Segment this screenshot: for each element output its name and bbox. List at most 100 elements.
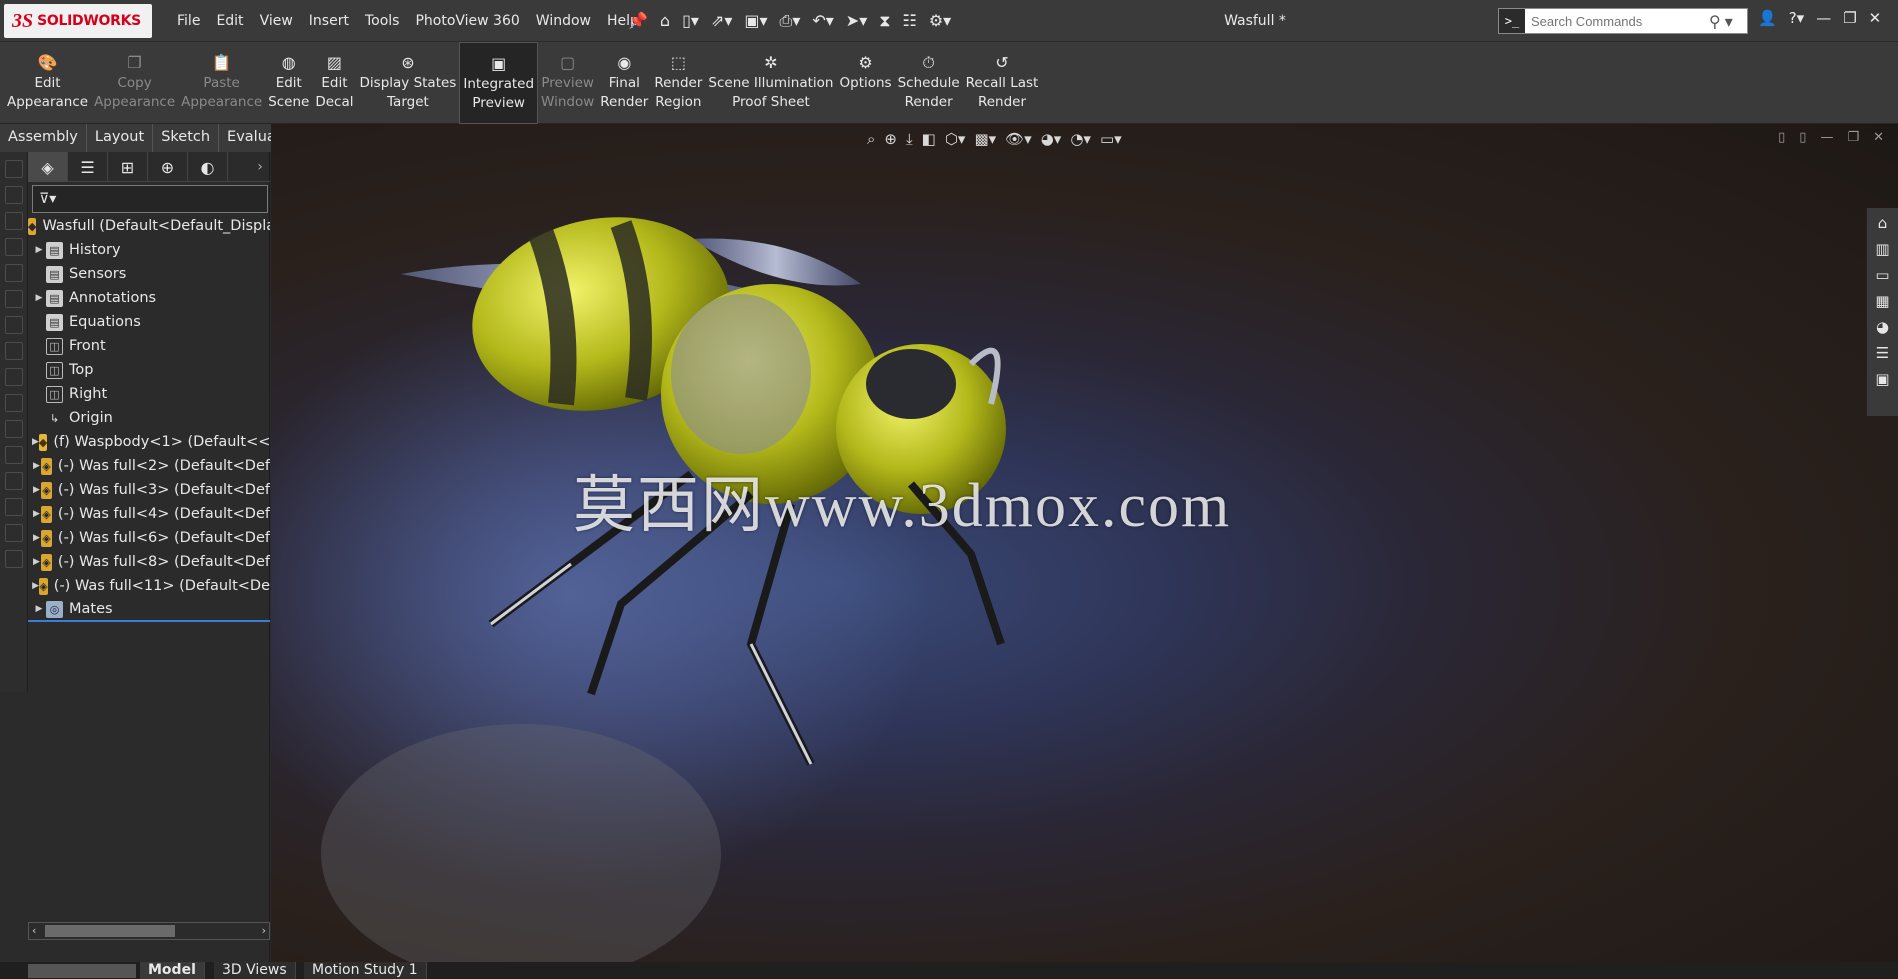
strip-icon[interactable] xyxy=(5,186,23,204)
minimize-icon[interactable]: — xyxy=(1820,130,1833,145)
tree-item[interactable]: ▶ ◈ (-) Was full<11> (Default<De xyxy=(28,574,270,598)
file-explorer-icon[interactable]: ▭ xyxy=(1875,266,1889,284)
hide-show-icon[interactable]: 👁▾ xyxy=(1005,130,1032,148)
home-icon[interactable]: ⌂ xyxy=(660,9,670,33)
expand-arrow-icon[interactable]: ▶ xyxy=(32,437,39,447)
design-library-icon[interactable]: ▥ xyxy=(1875,240,1889,258)
undo-icon[interactable]: ↶▾ xyxy=(812,9,833,33)
strip-icon[interactable] xyxy=(5,550,23,568)
tree-item[interactable]: ▶ ◎ Mates xyxy=(28,598,270,622)
expand-arrow-icon[interactable]: ▶ xyxy=(32,485,41,495)
minimize-icon[interactable]: — xyxy=(1816,9,1831,27)
close-icon[interactable]: ✕ xyxy=(1873,130,1884,145)
strip-icon[interactable] xyxy=(5,212,23,230)
tree-item[interactable]: ▶ ◈ (-) Was full<3> (Default<Def xyxy=(28,478,270,502)
search-input[interactable] xyxy=(1525,10,1705,32)
close-icon[interactable]: ✕ xyxy=(1869,9,1882,27)
scroll-thumb[interactable] xyxy=(45,925,175,937)
expand-arrow-icon[interactable]: ▶ xyxy=(32,533,41,543)
tree-item[interactable]: ▶ ◈ (-) Was full<6> (Default<Def xyxy=(28,526,270,550)
expand-arrow-icon[interactable]: ▶ xyxy=(32,293,46,303)
tree-item[interactable]: ▶ ▤ History xyxy=(28,238,270,262)
print-icon[interactable]: ⎙▾ xyxy=(780,9,801,33)
graphics-viewport[interactable]: ⌕ ⊕ ⤓ ◧ ⬡▾ ▩▾ 👁▾ ◕▾ ◔▾ ▭▾ ▯ ▯ — ❐ ✕ 莫西网w… xyxy=(271,124,1898,962)
home-icon[interactable]: ⌂ xyxy=(1878,214,1888,232)
tree-filter[interactable]: ⊽▾ xyxy=(32,185,268,213)
menu-item-file[interactable]: File xyxy=(170,13,207,29)
strip-icon[interactable] xyxy=(5,160,23,178)
tree-item[interactable]: ↳ Origin xyxy=(28,406,270,430)
tree-item[interactable]: ▤ Sensors xyxy=(28,262,270,286)
menu-item-photoview-360[interactable]: PhotoView 360 xyxy=(408,13,526,29)
split-view-icon[interactable]: ▯ xyxy=(1778,130,1785,145)
strip-icon[interactable] xyxy=(5,316,23,334)
edit-appearance-button[interactable]: 🎨 Edit Appearance xyxy=(4,42,91,124)
new-document-icon[interactable]: ▯▾ xyxy=(682,9,699,33)
options-gear-icon[interactable]: ⚙▾ xyxy=(929,9,951,33)
command-prompt-icon[interactable]: >_ xyxy=(1499,9,1525,33)
menu-item-view[interactable]: View xyxy=(253,13,300,29)
tab-motion-study-1[interactable]: Motion Study 1 xyxy=(304,962,427,979)
strip-icon[interactable] xyxy=(5,472,23,490)
open-icon[interactable]: ⇗▾ xyxy=(711,9,732,33)
integrated-preview-button[interactable]: ▣ Integrated Preview xyxy=(459,42,539,124)
tab-navigation-buttons[interactable] xyxy=(28,964,136,978)
search-icon[interactable]: ⚲ xyxy=(1709,12,1721,31)
scroll-left-icon[interactable]: ‹ xyxy=(32,923,36,939)
tree-item[interactable]: ◫ Right xyxy=(28,382,270,406)
forum-icon[interactable]: ▣ xyxy=(1875,370,1889,388)
strip-icon[interactable] xyxy=(5,264,23,282)
strip-icon[interactable] xyxy=(5,394,23,412)
feature-manager-tab-icon[interactable]: ◈ xyxy=(28,152,68,182)
previous-view-icon[interactable]: ⤓ xyxy=(906,130,913,148)
tab-sketch[interactable]: Sketch xyxy=(153,124,220,152)
expand-arrow-icon[interactable]: ▶ xyxy=(32,557,41,567)
expand-arrow-icon[interactable]: ▶ xyxy=(32,245,46,255)
strip-icon[interactable] xyxy=(5,238,23,256)
split-view-icon[interactable]: ▯ xyxy=(1799,130,1806,145)
tree-item[interactable]: ▶ ◈ (-) Was full<2> (Default<Def xyxy=(28,454,270,478)
tree-item[interactable]: ◫ Top xyxy=(28,358,270,382)
tree-item[interactable]: ▤ Equations xyxy=(28,310,270,334)
strip-icon[interactable] xyxy=(5,498,23,516)
dimxpert-tab-icon[interactable]: ⊕ xyxy=(148,152,188,182)
select-icon[interactable]: ➤▾ xyxy=(846,9,867,33)
restore-icon[interactable]: ❐ xyxy=(1843,9,1856,27)
strip-icon[interactable] xyxy=(5,342,23,360)
view-palette-icon[interactable]: ▦ xyxy=(1875,292,1889,310)
tree-item[interactable]: ◫ Front xyxy=(28,334,270,358)
preview-window-button[interactable]: ▢ Preview Window xyxy=(538,42,597,124)
tab-assembly[interactable]: Assembly xyxy=(0,124,87,152)
scroll-right-icon[interactable]: › xyxy=(262,923,266,939)
tab-model[interactable]: Model xyxy=(140,962,205,979)
tab-3d-views[interactable]: 3D Views xyxy=(214,962,296,979)
display-style-icon[interactable]: ▩▾ xyxy=(974,130,996,148)
custom-properties-icon[interactable]: ☰ xyxy=(1876,344,1889,362)
section-view-icon[interactable]: ◧ xyxy=(922,130,936,148)
recall-last-render-button[interactable]: ↺ Recall Last Render xyxy=(963,42,1042,124)
menu-item-insert[interactable]: Insert xyxy=(302,13,356,29)
strip-icon[interactable] xyxy=(5,524,23,542)
tree-item[interactable]: ▶ ◈ (-) Was full<4> (Default<Def xyxy=(28,502,270,526)
menu-item-edit[interactable]: Edit xyxy=(209,13,250,29)
user-icon[interactable]: 👤 xyxy=(1758,9,1777,27)
configuration-manager-tab-icon[interactable]: ⊞ xyxy=(108,152,148,182)
solidworks-logo[interactable]: 3S SOLIDWORKS xyxy=(4,4,152,38)
menu-item-tools[interactable]: Tools xyxy=(358,13,407,29)
zoom-to-fit-icon[interactable]: ⌕ xyxy=(867,130,875,148)
strip-icon[interactable] xyxy=(5,290,23,308)
expand-arrow-icon[interactable]: ▶ xyxy=(32,604,46,614)
help-icon[interactable]: ?▾ xyxy=(1789,9,1805,27)
strip-icon[interactable] xyxy=(5,368,23,386)
display-states-target-button[interactable]: ⊛ Display States Target xyxy=(357,42,460,124)
rebuild-icon[interactable]: ⧗ xyxy=(879,9,890,33)
final-render-button[interactable]: ◉ Final Render xyxy=(597,42,651,124)
edit-scene-button[interactable]: ◍ Edit Scene xyxy=(265,42,312,124)
strip-icon[interactable] xyxy=(5,446,23,464)
tree-item[interactable]: ▶ ▤ Annotations xyxy=(28,286,270,310)
edit-decal-button[interactable]: ▨ Edit Decal xyxy=(312,42,356,124)
options-button[interactable]: ⚙ Options xyxy=(837,42,895,124)
view-settings-icon[interactable]: ▭▾ xyxy=(1100,130,1122,148)
expand-arrow-icon[interactable]: ▶ xyxy=(32,509,41,519)
file-properties-icon[interactable]: ☷ xyxy=(902,9,916,33)
